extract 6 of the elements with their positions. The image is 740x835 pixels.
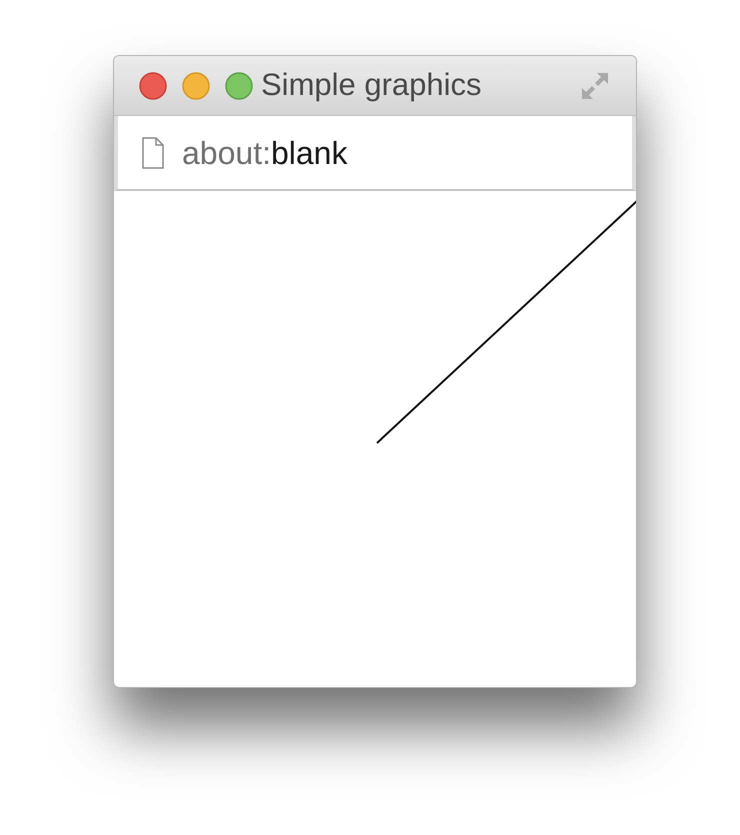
window-title: Simple graphics <box>261 66 482 104</box>
minimize-icon[interactable] <box>181 70 211 100</box>
address-text[interactable]: about:blank <box>182 128 348 176</box>
document-icon <box>142 136 164 168</box>
close-icon[interactable] <box>138 70 168 100</box>
zoom-icon[interactable] <box>224 70 254 100</box>
